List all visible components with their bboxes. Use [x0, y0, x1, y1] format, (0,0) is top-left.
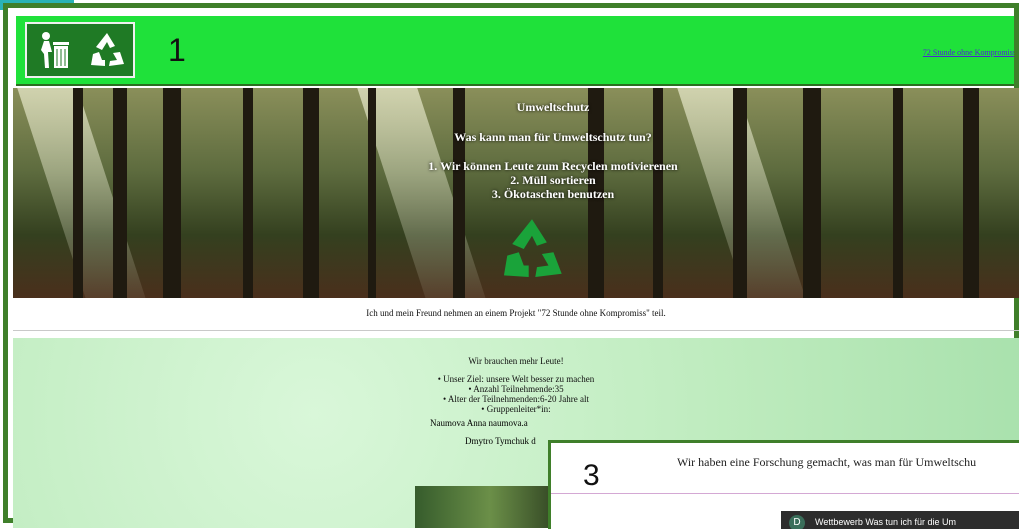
hero-list-item: 2. Müll sortieren [510, 173, 596, 187]
divider [13, 330, 1019, 331]
list-item: Unser Ziel: unsere Welt besser zu machen [13, 374, 1019, 384]
list-item: Alter der Teilnehmenden:6-20 Jahre alt [13, 394, 1019, 404]
hero-list-item: 3. Ökotaschen benutzen [491, 187, 615, 201]
hero-title: Umweltschutz [516, 100, 590, 114]
team-bullets: Unser Ziel: unsere Welt besser zu machen… [13, 374, 1019, 414]
section-number-1: 1 [168, 32, 186, 68]
tree-trunk [73, 88, 83, 298]
tree-trunk [963, 88, 979, 298]
group-photo [415, 486, 565, 528]
hero-banner: Umweltschutz Was kann man für Umweltschu… [13, 88, 1019, 298]
hero-list-item: 1. Wir können Leute zum Recyclen motivie… [428, 159, 678, 173]
hero-list: 1. Wir können Leute zum Recyclen motivie… [343, 159, 763, 201]
tree-trunk [113, 88, 127, 298]
tree-trunk [163, 88, 181, 298]
project-description: Ich und mein Freund nehmen an einem Proj… [366, 308, 666, 318]
tree-trunk [243, 88, 253, 298]
divider [551, 493, 1019, 494]
team-heading: Wir brauchen mehr Leute! [468, 356, 564, 366]
trash-bin-person-icon [41, 32, 69, 68]
channel-avatar[interactable]: D [789, 515, 805, 529]
tree-trunk [803, 88, 821, 298]
recycle-icon [503, 219, 562, 278]
video-title[interactable]: Wettbewerb Was tun ich für die Um [815, 517, 956, 527]
leader-name-2: Dmytro Tymchuk d [465, 436, 536, 446]
site-header: 1 72 Stunde ohne Kompromiss [16, 16, 1014, 86]
video-embed[interactable]: D Wettbewerb Was tun ich für die Um [781, 511, 1019, 529]
hero-question: Was kann man für Umweltschutz tun? [454, 130, 652, 144]
hero-text: Umweltschutz Was kann man für Umweltschu… [343, 98, 763, 201]
logo-box [25, 22, 135, 78]
light-ray [13, 88, 156, 298]
tree-trunk [303, 88, 319, 298]
team-info: Wir brauchen mehr Leute! Unser Ziel: uns… [13, 356, 1019, 414]
section-number-3: 3 [583, 459, 600, 492]
tree-trunk [893, 88, 903, 298]
project-link[interactable]: 72 Stunde ohne Kompromiss [923, 48, 1014, 57]
research-text: Wir haben eine Forschung gemacht, was ma… [677, 455, 977, 469]
list-item: Gruppenleiter*in: [13, 404, 1019, 414]
recycle-icon [91, 33, 124, 66]
overlay-panel-3: 3 Wir haben eine Forschung gemacht, was … [548, 440, 1019, 529]
leader-name-1: Naumova Anna naumova.a [430, 418, 528, 428]
list-item: Anzahl Teilnehmende:35 [13, 384, 1019, 394]
